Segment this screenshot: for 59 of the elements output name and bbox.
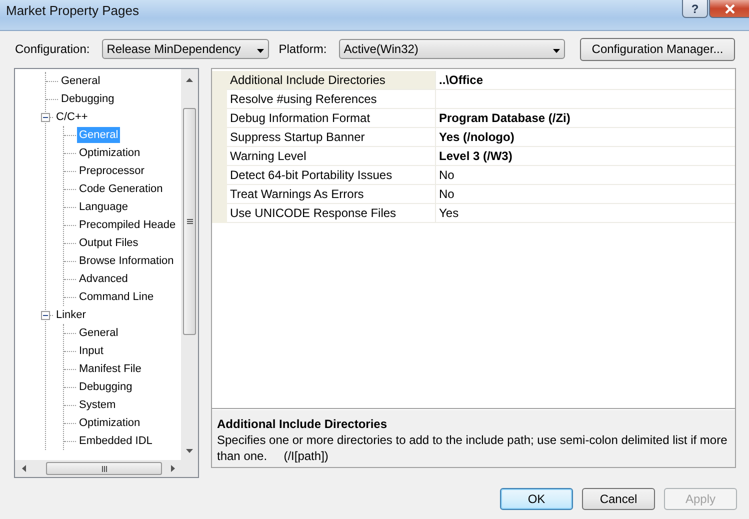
tree-item[interactable]: Optimization (77, 145, 142, 161)
dropdown-arrow-icon (256, 49, 264, 53)
property-value[interactable]: Yes (436, 204, 735, 223)
property-value[interactable]: ..\Office (436, 71, 735, 90)
tree-item[interactable]: Debugging (59, 91, 116, 107)
tree-item[interactable]: System (77, 397, 118, 413)
tree-item[interactable]: Embedded IDL (77, 433, 154, 449)
collapse-icon[interactable] (41, 310, 50, 320)
close-button[interactable] (709, 0, 749, 18)
tree-item[interactable]: Code Generation (77, 181, 165, 197)
close-icon (724, 4, 736, 14)
dialog-button[interactable]: OK (500, 488, 573, 510)
collapse-icon[interactable] (41, 112, 50, 122)
tree-item[interactable]: Command Line (77, 289, 156, 305)
help-button[interactable]: ? (682, 0, 708, 18)
dropdown-arrow-icon (552, 49, 560, 53)
window-title: Market Property Pages (6, 3, 140, 18)
tree-item[interactable]: Input (77, 343, 106, 359)
property-value[interactable]: No (436, 185, 735, 204)
tree-item[interactable]: General (77, 325, 120, 341)
platform-dropdown[interactable]: Active(Win32) (338, 39, 565, 59)
property-name[interactable]: Suppress Startup Banner (227, 128, 436, 147)
scroll-left-arrow-icon[interactable] (22, 465, 26, 472)
property-name[interactable]: Detect 64-bit Portability Issues (227, 166, 436, 185)
scroll-up-arrow-icon[interactable] (186, 78, 193, 82)
platform-label: Platform: (278, 42, 327, 56)
grip-icon (102, 466, 106, 472)
scroll-right-arrow-icon[interactable] (171, 465, 175, 472)
vertical-scrollbar[interactable] (181, 69, 198, 460)
tree-item[interactable]: Output Files (77, 235, 140, 251)
configuration-label: Configuration: (15, 42, 90, 56)
tree-item[interactable]: Browse Information (77, 253, 176, 269)
property-name[interactable]: Additional Include Directories (227, 71, 436, 90)
tree-item[interactable]: Preprocessor (77, 163, 146, 179)
dialog-button[interactable]: Cancel (582, 488, 655, 510)
tree-item[interactable]: Advanced (77, 271, 130, 287)
property-name[interactable]: Warning Level (227, 147, 436, 166)
configuration-manager-button[interactable]: Configuration Manager... (580, 38, 735, 60)
tree-item[interactable]: Linker (54, 307, 88, 323)
property-value[interactable]: Yes (/nologo) (436, 128, 735, 147)
configuration-dropdown[interactable]: Release MinDependency (102, 39, 269, 59)
tree-item[interactable]: Precompiled Heade (77, 217, 178, 233)
property-value[interactable]: Level 3 (/W3) (436, 147, 735, 166)
tree-item[interactable]: Optimization (77, 415, 142, 431)
tree-item[interactable]: Manifest File (77, 361, 144, 377)
tree-item[interactable]: Debugging (77, 379, 134, 395)
description-text: Specifies one or more directories to add to the include path; use semi-colon delimited list if more than one. (/I[path]) (217, 432, 728, 464)
property-name[interactable]: Treat Warnings As Errors (227, 185, 436, 204)
description-title: Additional Include Directories (217, 416, 388, 432)
property-name[interactable]: Use UNICODE Response Files (227, 204, 436, 223)
tree-item[interactable]: C/C++ (54, 109, 90, 125)
tree-item[interactable]: Language (77, 199, 130, 215)
tree-item[interactable]: General (59, 73, 102, 89)
property-value[interactable]: No (436, 166, 735, 185)
grip-icon (186, 219, 192, 224)
property-value[interactable]: Program Database (/Zi) (436, 109, 735, 128)
property-name[interactable]: Resolve #using References (227, 90, 436, 109)
scroll-down-arrow-icon[interactable] (186, 449, 193, 453)
property-name[interactable]: Debug Information Format (227, 109, 436, 128)
